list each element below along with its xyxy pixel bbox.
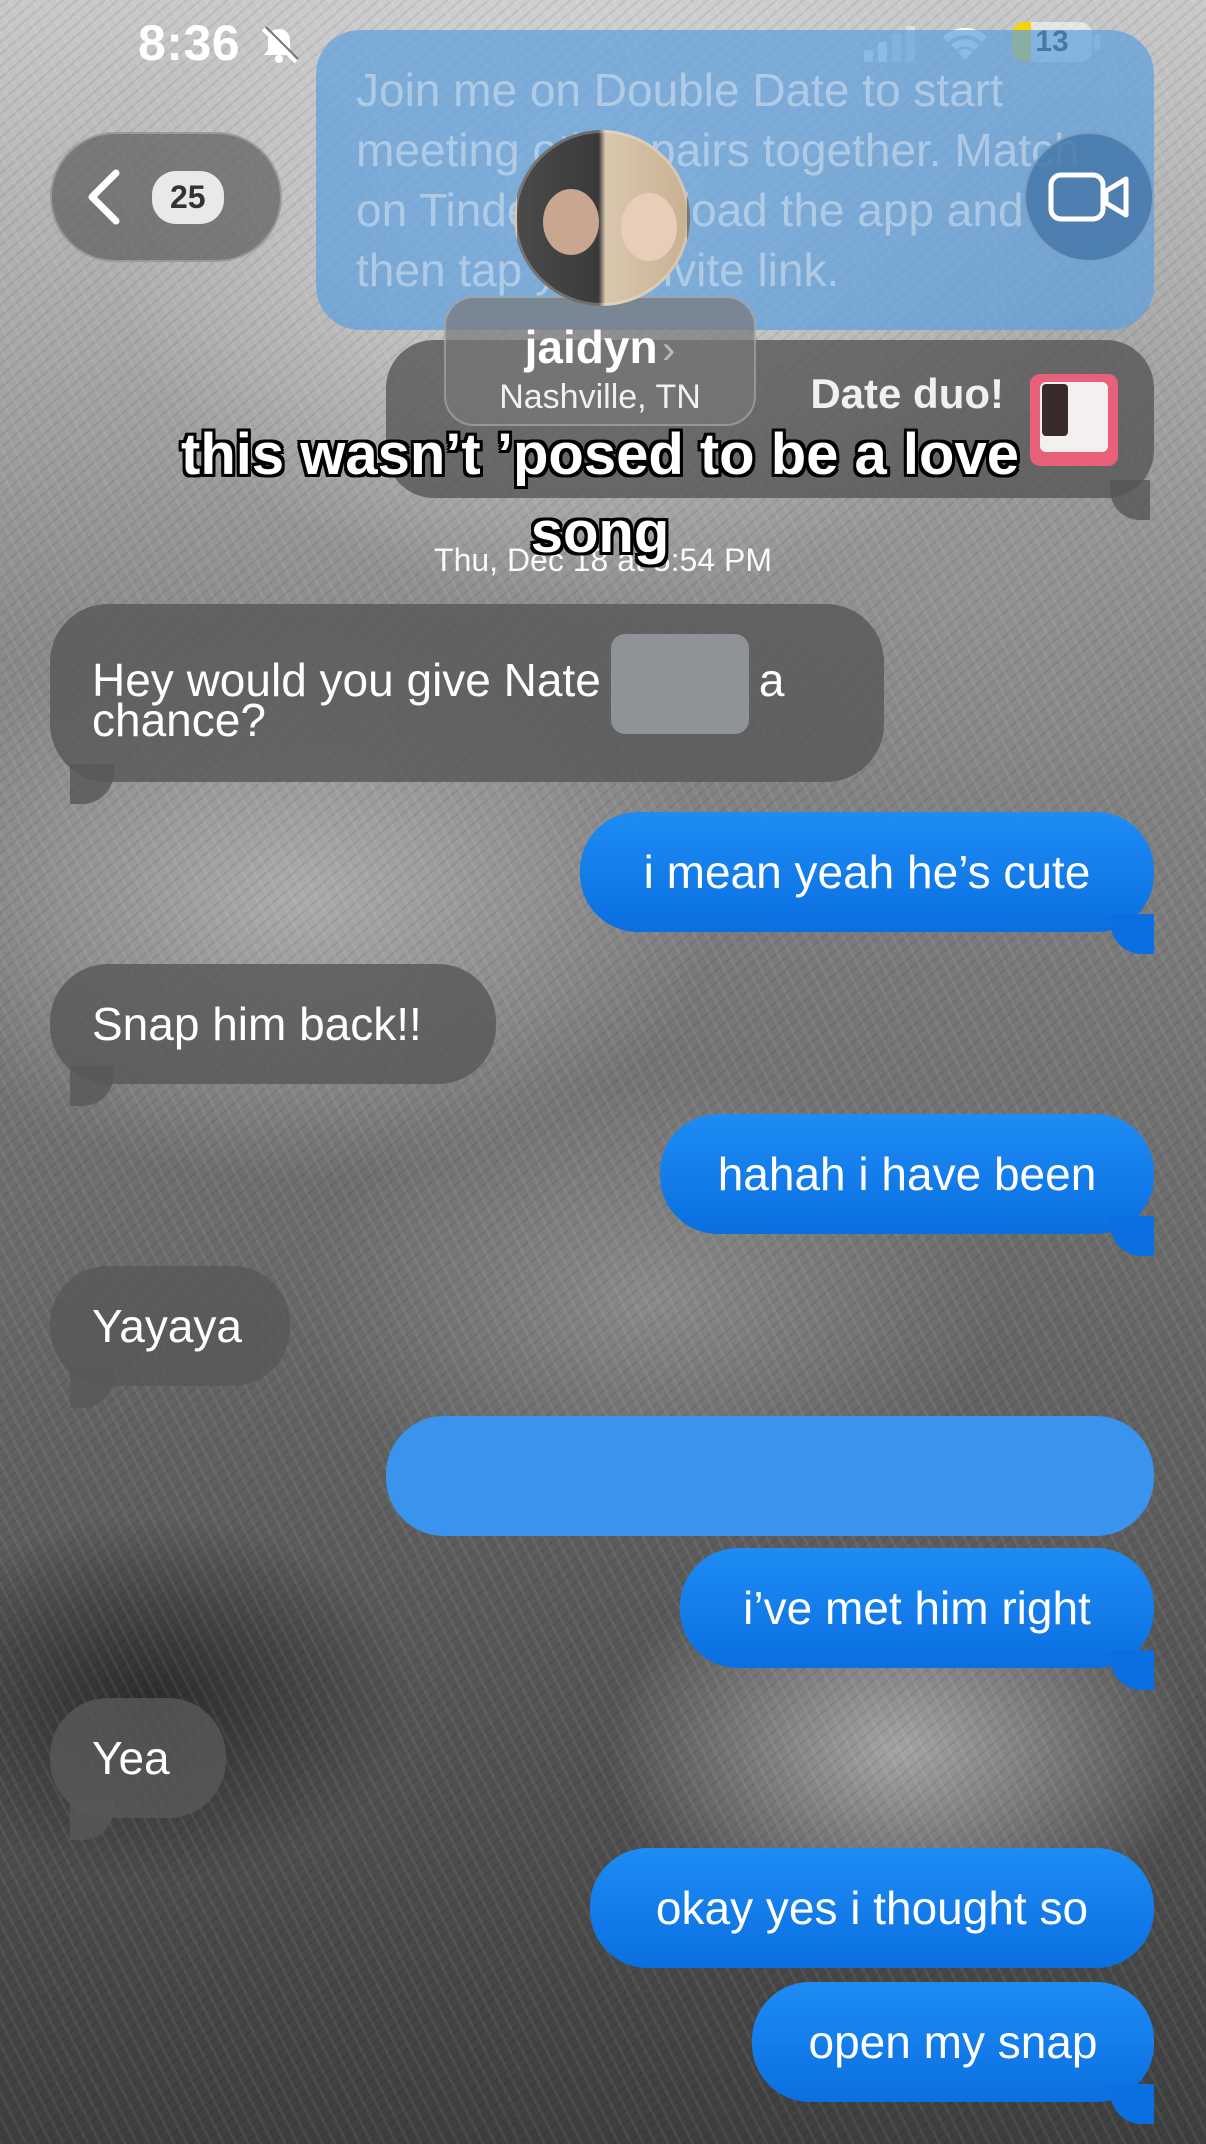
message-text: i mean yeah he’s cute bbox=[643, 846, 1091, 898]
message-bubble-outgoing[interactable]: okay yes i thought so bbox=[590, 1848, 1154, 1968]
message-bubble-incoming[interactable]: Hey would you give Nate a chance? bbox=[50, 604, 884, 782]
bubble-tail bbox=[70, 1800, 114, 1840]
redacted-block bbox=[610, 634, 749, 734]
message-bubble-incoming[interactable]: Snap him back!! bbox=[50, 964, 496, 1084]
bubble-tail bbox=[1110, 1650, 1154, 1690]
message-text: a bbox=[758, 654, 785, 707]
chevron-left-icon bbox=[88, 169, 120, 225]
bubble-tail bbox=[70, 1368, 114, 1408]
message-bubble-outgoing[interactable]: i mean yeah he’s cute bbox=[580, 812, 1154, 932]
contact-name-pill[interactable]: jaidyn › Nashville, TN bbox=[444, 296, 756, 426]
contact-location: Nashville, TN bbox=[499, 378, 701, 416]
chevron-right-icon: › bbox=[662, 328, 676, 372]
message-text: Snap him back!! bbox=[92, 998, 422, 1050]
video-camera-icon bbox=[1048, 172, 1129, 222]
bubble-tail bbox=[70, 764, 114, 804]
bell-slash-icon bbox=[261, 26, 299, 64]
bubble-tail bbox=[1110, 1216, 1154, 1256]
video-caption-overlay: this wasn’t ’posed to be a love song bbox=[181, 422, 1019, 565]
facetime-video-button[interactable] bbox=[1024, 132, 1154, 262]
bubble-tail bbox=[1110, 2084, 1154, 2124]
back-button[interactable]: 25 bbox=[50, 132, 282, 262]
message-bubble-outgoing-redacted[interactable] bbox=[386, 1416, 1154, 1536]
message-bubble-outgoing[interactable]: i’ve met him right bbox=[680, 1548, 1154, 1668]
unread-count-badge: 25 bbox=[152, 170, 224, 224]
message-text: i’ve met him right bbox=[743, 1582, 1091, 1634]
bubble-tail bbox=[70, 1066, 114, 1106]
message-text: Yea bbox=[92, 1732, 170, 1784]
message-bubble-outgoing[interactable]: open my snap bbox=[752, 1982, 1154, 2102]
tinder-thumbnail bbox=[1030, 374, 1118, 466]
message-text: Yayaya bbox=[92, 1300, 243, 1352]
contact-avatar[interactable] bbox=[514, 130, 690, 306]
message-text: hahah i have been bbox=[717, 1148, 1097, 1200]
invite-text: Join me on Double Date to start meeting … bbox=[356, 64, 1080, 296]
message-text: okay yes i thought so bbox=[655, 1882, 1089, 1934]
duo-text: Date duo! bbox=[810, 370, 1004, 417]
bubble-tail bbox=[1110, 480, 1150, 520]
bubble-tail bbox=[1110, 914, 1154, 954]
message-text: open my snap bbox=[808, 2016, 1098, 2068]
status-time: 8:36 bbox=[138, 15, 241, 71]
contact-name: jaidyn bbox=[524, 321, 658, 373]
message-bubble-outgoing[interactable]: hahah i have been bbox=[660, 1114, 1154, 1234]
